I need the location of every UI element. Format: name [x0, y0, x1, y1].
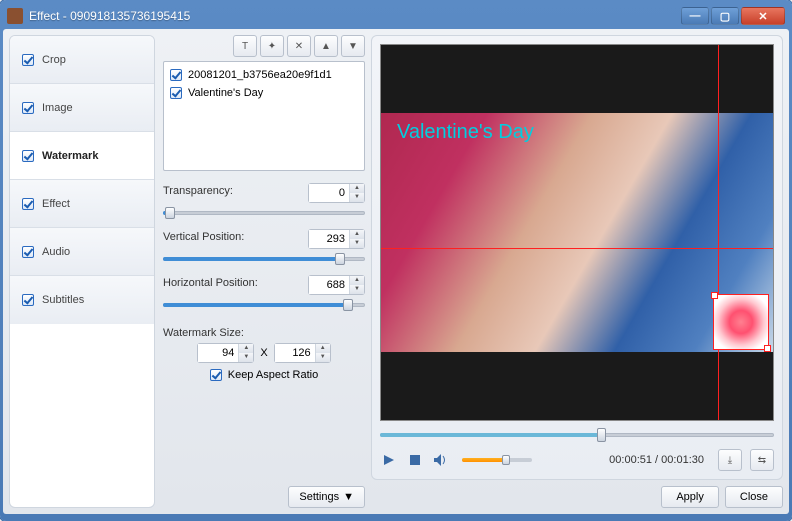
snapshot-button[interactable]: ⤓	[718, 449, 742, 471]
width-spinner[interactable]: ▲▼	[197, 343, 254, 363]
player-controls: 00:00:51 / 00:01:30 ⤓ ⇆	[380, 449, 774, 471]
height-input[interactable]	[275, 344, 315, 362]
spin-up-icon[interactable]: ▲	[350, 276, 364, 285]
transparency-spinner[interactable]: ▲▼	[308, 183, 365, 203]
nav-audio[interactable]: Audio	[10, 228, 154, 276]
crosshair-horizontal	[381, 248, 773, 249]
horizontal-label: Horizontal Position:	[163, 277, 258, 289]
nav-label: Audio	[42, 246, 70, 258]
horizontal-slider[interactable]	[163, 301, 365, 309]
volume-icon[interactable]	[432, 451, 450, 469]
horizontal-input[interactable]	[309, 276, 349, 294]
checkbox-icon[interactable]	[170, 69, 182, 81]
move-down-button[interactable]: ▼	[341, 35, 365, 57]
list-item-label: 20081201_b3756ea20e9f1d1	[188, 69, 332, 81]
minimize-button[interactable]: —	[681, 7, 709, 25]
horizontal-spinner[interactable]: ▲▼	[308, 275, 365, 295]
add-image-watermark-button[interactable]: ✦	[260, 35, 284, 57]
list-item-label: Valentine's Day	[188, 87, 263, 99]
nav-crop[interactable]: Crop	[10, 36, 154, 84]
nav-label: Subtitles	[42, 294, 84, 306]
settings-label: Settings	[299, 491, 339, 503]
window-title: Effect - 090918135736195415	[29, 9, 681, 23]
right-panel: Valentine's Day 00:00:51 / 00:01:30 ⤓ ⇆	[371, 35, 783, 508]
effect-window: Effect - 090918135736195415 — ▢ ✕ Crop I…	[0, 0, 792, 521]
checkbox-icon[interactable]	[22, 150, 34, 162]
spin-down-icon[interactable]: ▼	[239, 353, 253, 362]
spin-down-icon[interactable]: ▼	[316, 353, 330, 362]
transparency-label: Transparency:	[163, 185, 233, 197]
stop-button[interactable]	[406, 451, 424, 469]
checkbox-icon[interactable]	[22, 198, 34, 210]
checkbox-icon[interactable]	[22, 246, 34, 258]
vertical-spinner[interactable]: ▲▼	[308, 229, 365, 249]
width-input[interactable]	[198, 344, 238, 362]
checkbox-icon[interactable]	[170, 87, 182, 99]
height-spinner[interactable]: ▲▼	[274, 343, 331, 363]
volume-slider[interactable]	[462, 457, 532, 463]
crosshair-vertical	[718, 45, 719, 420]
nav-effect[interactable]: Effect	[10, 180, 154, 228]
left-panel: Crop Image Watermark Effect Audio Subtit…	[9, 35, 365, 508]
watermark-text-overlay[interactable]: Valentine's Day	[397, 121, 534, 144]
vertical-input[interactable]	[309, 230, 349, 248]
nav-label: Effect	[42, 198, 70, 210]
apply-button[interactable]: Apply	[661, 486, 719, 508]
close-button[interactable]: ✕	[741, 7, 785, 25]
delete-watermark-button[interactable]: ✕	[287, 35, 311, 57]
keep-aspect-label: Keep Aspect Ratio	[228, 369, 319, 381]
spin-down-icon[interactable]: ▼	[350, 239, 364, 248]
play-button[interactable]	[380, 451, 398, 469]
vertical-slider[interactable]	[163, 255, 365, 263]
spin-up-icon[interactable]: ▲	[350, 184, 364, 193]
watermark-list[interactable]: 20081201_b3756ea20e9f1d1 Valentine's Day	[163, 61, 365, 171]
nav-image[interactable]: Image	[10, 84, 154, 132]
category-nav: Crop Image Watermark Effect Audio Subtit…	[9, 35, 155, 508]
spin-up-icon[interactable]: ▲	[350, 230, 364, 239]
app-icon	[7, 8, 23, 24]
nav-subtitles[interactable]: Subtitles	[10, 276, 154, 324]
nav-label: Image	[42, 102, 73, 114]
nav-watermark[interactable]: Watermark	[10, 132, 154, 180]
nav-label: Watermark	[42, 150, 98, 162]
add-text-watermark-button[interactable]: T	[233, 35, 257, 57]
checkbox-icon[interactable]	[22, 294, 34, 306]
watermark-selection-box[interactable]	[713, 294, 769, 350]
preview-panel: Valentine's Day 00:00:51 / 00:01:30 ⤓ ⇆	[371, 35, 783, 480]
chevron-down-icon: ▼	[343, 491, 354, 503]
checkbox-icon[interactable]	[22, 54, 34, 66]
spin-up-icon[interactable]: ▲	[316, 344, 330, 353]
vertical-label: Vertical Position:	[163, 231, 244, 243]
dialog-footer: Apply Close	[371, 486, 783, 508]
timecode: 00:00:51 / 00:01:30	[609, 454, 704, 466]
spin-up-icon[interactable]: ▲	[239, 344, 253, 353]
maximize-button[interactable]: ▢	[711, 7, 739, 25]
progress-bar[interactable]	[380, 431, 774, 439]
compare-button[interactable]: ⇆	[750, 449, 774, 471]
spin-down-icon[interactable]: ▼	[350, 285, 364, 294]
close-dialog-button[interactable]: Close	[725, 486, 783, 508]
transparency-input[interactable]	[309, 184, 349, 202]
checkbox-icon[interactable]	[22, 102, 34, 114]
video-preview[interactable]: Valentine's Day	[380, 44, 774, 421]
nav-label: Crop	[42, 54, 66, 66]
spin-down-icon[interactable]: ▼	[350, 193, 364, 202]
titlebar[interactable]: Effect - 090918135736195415 — ▢ ✕	[3, 3, 789, 29]
client-area: Crop Image Watermark Effect Audio Subtit…	[3, 29, 789, 514]
move-up-button[interactable]: ▲	[314, 35, 338, 57]
keep-aspect-checkbox[interactable]	[210, 369, 222, 381]
list-item[interactable]: 20081201_b3756ea20e9f1d1	[168, 66, 360, 84]
transparency-slider[interactable]	[163, 209, 365, 217]
size-label: Watermark Size:	[163, 327, 365, 339]
list-item[interactable]: Valentine's Day	[168, 84, 360, 102]
watermark-panel: T ✦ ✕ ▲ ▼ 20081201_b3756ea20e9f1d1 Valen…	[163, 35, 365, 508]
settings-button[interactable]: Settings ▼	[288, 486, 365, 508]
size-separator: X	[260, 347, 267, 359]
